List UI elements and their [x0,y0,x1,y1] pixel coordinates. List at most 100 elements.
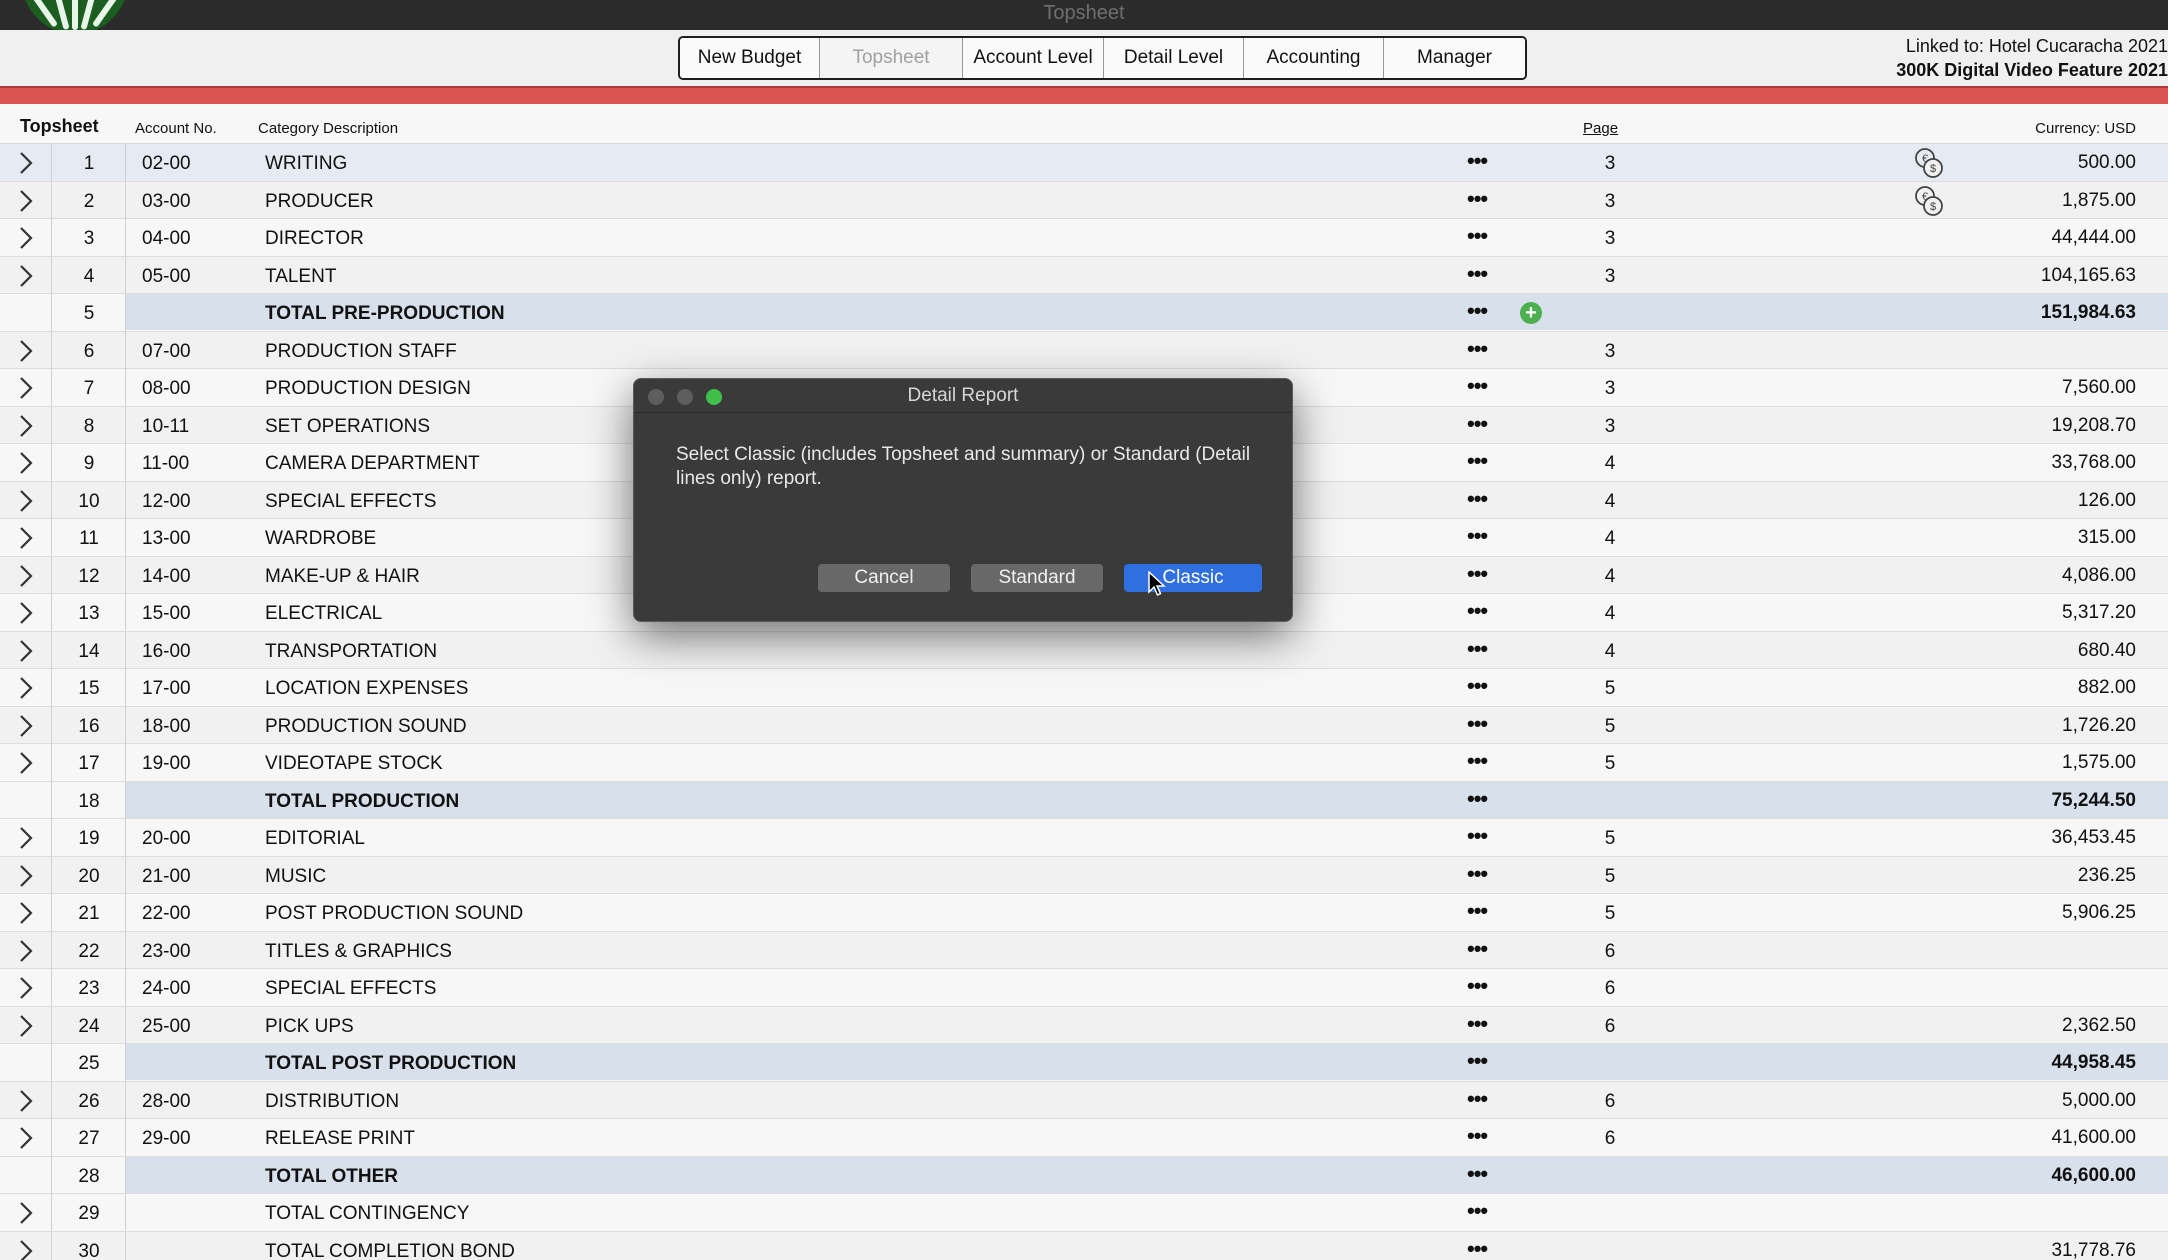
more-options-button[interactable]: ••• [1467,711,1488,737]
table-row[interactable]: 1 02-00 WRITING ••• 3 € $500.00 [0,144,2168,182]
chevron-right-icon[interactable] [15,938,37,964]
zoom-window-icon[interactable] [706,389,722,405]
more-options-button[interactable]: ••• [1467,1236,1488,1260]
table-row[interactable]: 23 24-00 SPECIAL EFFECTS ••• 6 [0,969,2168,1007]
chevron-right-icon[interactable] [15,188,37,214]
table-row[interactable]: 26 28-00 DISTRIBUTION ••• 6 5,000.00 [0,1081,2168,1119]
chevron-right-icon[interactable] [15,1238,37,1260]
chevron-right-icon[interactable] [15,638,37,664]
chevron-right-icon[interactable] [15,450,37,476]
category-header[interactable]: Category Description [258,120,398,137]
more-options-button[interactable]: ••• [1467,223,1488,249]
chevron-right-icon[interactable] [15,525,37,551]
more-options-button[interactable]: ••• [1467,1011,1488,1037]
add-icon[interactable]: + [1520,302,1542,324]
chevron-right-icon[interactable] [15,1013,37,1039]
more-options-button[interactable]: ••• [1467,373,1488,399]
chevron-right-icon[interactable] [15,600,37,626]
total-row[interactable]: 18 TOTAL PRODUCTION ••• 75,244.50 [0,781,2168,819]
more-options-button[interactable]: ••• [1467,561,1488,587]
chevron-right-icon[interactable] [15,900,37,926]
table-row[interactable]: 24 25-00 PICK UPS ••• 6 2,362.50 [0,1006,2168,1044]
currency-exchange-icon[interactable]: € $ [1912,146,1946,180]
more-options-button[interactable]: ••• [1467,673,1488,699]
table-row[interactable]: 21 22-00 POST PRODUCTION SOUND ••• 5 5,906.25 [0,894,2168,932]
table-row[interactable]: 14 16-00 TRANSPORTATION ••• 4 680.40 [0,631,2168,669]
tab-detail-level[interactable]: Detail Level [1104,38,1244,78]
table-row[interactable]: 6 07-00 PRODUCTION STAFF ••• 3 [0,331,2168,369]
chevron-right-icon[interactable] [15,975,37,1001]
classic-button[interactable]: Classic [1124,564,1262,592]
chevron-right-icon[interactable] [15,563,37,589]
chevron-right-icon[interactable] [15,150,37,176]
chevron-right-icon[interactable] [15,413,37,439]
chevron-right-icon[interactable] [15,825,37,851]
chevron-right-icon[interactable] [15,1088,37,1114]
chevron-right-icon[interactable] [15,263,37,289]
tab-topsheet[interactable]: Topsheet [820,38,963,78]
more-options-button[interactable]: ••• [1467,598,1488,624]
more-options-button[interactable]: ••• [1467,448,1488,474]
line-number: 4 [83,265,95,287]
minimize-window-icon[interactable] [677,389,693,405]
total-row[interactable]: 25 TOTAL POST PRODUCTION ••• 44,958.45 [0,1044,2168,1082]
standard-button[interactable]: Standard [971,564,1103,592]
more-options-button[interactable]: ••• [1467,1198,1488,1224]
table-row[interactable]: 3 04-00 DIRECTOR ••• 3 44,444.00 [0,219,2168,257]
tab-manager[interactable]: Manager [1384,38,1525,78]
chevron-right-icon[interactable] [15,750,37,776]
page-header[interactable]: Page [1583,120,1618,137]
table-row[interactable]: 2 03-00 PRODUCER ••• 3 € $1,875.00 [0,181,2168,219]
more-options-button[interactable]: ••• [1467,936,1488,962]
chevron-right-icon[interactable] [15,675,37,701]
table-row[interactable]: 4 05-00 TALENT ••• 3 104,165.63 [0,256,2168,294]
page-number: 5 [1604,828,1616,849]
tab-account-level[interactable]: Account Level [963,38,1104,78]
more-options-button[interactable]: ••• [1467,823,1488,849]
more-options-button[interactable]: ••• [1467,1123,1488,1149]
more-options-button[interactable]: ••• [1467,898,1488,924]
more-options-button[interactable]: ••• [1467,1086,1488,1112]
table-row[interactable]: 16 18-00 PRODUCTION SOUND ••• 5 1,726.20 [0,706,2168,744]
table-row[interactable]: 22 23-00 TITLES & GRAPHICS ••• 6 [0,931,2168,969]
more-options-button[interactable]: ••• [1467,1048,1488,1074]
more-options-button[interactable]: ••• [1467,1161,1488,1187]
account-no-header[interactable]: Account No. [135,120,217,137]
table-row[interactable]: 17 19-00 VIDEOTAPE STOCK ••• 5 1,575.00 [0,744,2168,782]
line-number: 2 [83,190,95,212]
tab-accounting[interactable]: Accounting [1244,38,1384,78]
table-row[interactable]: 19 20-00 EDITORIAL ••• 5 36,453.45 [0,819,2168,857]
more-options-button[interactable]: ••• [1467,261,1488,287]
more-options-button[interactable]: ••• [1467,636,1488,662]
more-options-button[interactable]: ••• [1467,411,1488,437]
more-options-button[interactable]: ••• [1467,861,1488,887]
more-options-button[interactable]: ••• [1467,298,1488,324]
table-row[interactable]: 20 21-00 MUSIC ••• 5 236.25 [0,856,2168,894]
more-options-button[interactable]: ••• [1467,973,1488,999]
table-row[interactable]: 27 29-00 RELEASE PRINT ••• 6 41,600.00 [0,1119,2168,1157]
new-budget-button[interactable]: New Budget [680,38,820,78]
table-row[interactable]: 15 17-00 LOCATION EXPENSES ••• 5 882.00 [0,669,2168,707]
chevron-right-icon[interactable] [15,1125,37,1151]
more-options-button[interactable]: ••• [1467,148,1488,174]
more-options-button[interactable]: ••• [1467,486,1488,512]
table-row[interactable]: 29 TOTAL CONTINGENCY ••• [0,1194,2168,1232]
currency-exchange-icon[interactable]: € $ [1912,184,1946,218]
chevron-right-icon[interactable] [15,338,37,364]
close-window-icon[interactable] [648,389,664,405]
more-options-button[interactable]: ••• [1467,186,1488,212]
chevron-right-icon[interactable] [15,713,37,739]
more-options-button[interactable]: ••• [1467,748,1488,774]
chevron-right-icon[interactable] [15,488,37,514]
total-row[interactable]: 28 TOTAL OTHER ••• 46,600.00 [0,1156,2168,1194]
more-options-button[interactable]: ••• [1467,786,1488,812]
chevron-right-icon[interactable] [15,863,37,889]
table-row[interactable]: 30 TOTAL COMPLETION BOND ••• 31,778.76 [0,1231,2168,1260]
chevron-right-icon[interactable] [15,225,37,251]
chevron-right-icon[interactable] [15,1200,37,1226]
more-options-button[interactable]: ••• [1467,336,1488,362]
cancel-button[interactable]: Cancel [818,564,950,592]
more-options-button[interactable]: ••• [1467,523,1488,549]
chevron-right-icon[interactable] [15,375,37,401]
total-row[interactable]: 5 TOTAL PRE-PRODUCTION ••• +151,984.63 [0,294,2168,332]
